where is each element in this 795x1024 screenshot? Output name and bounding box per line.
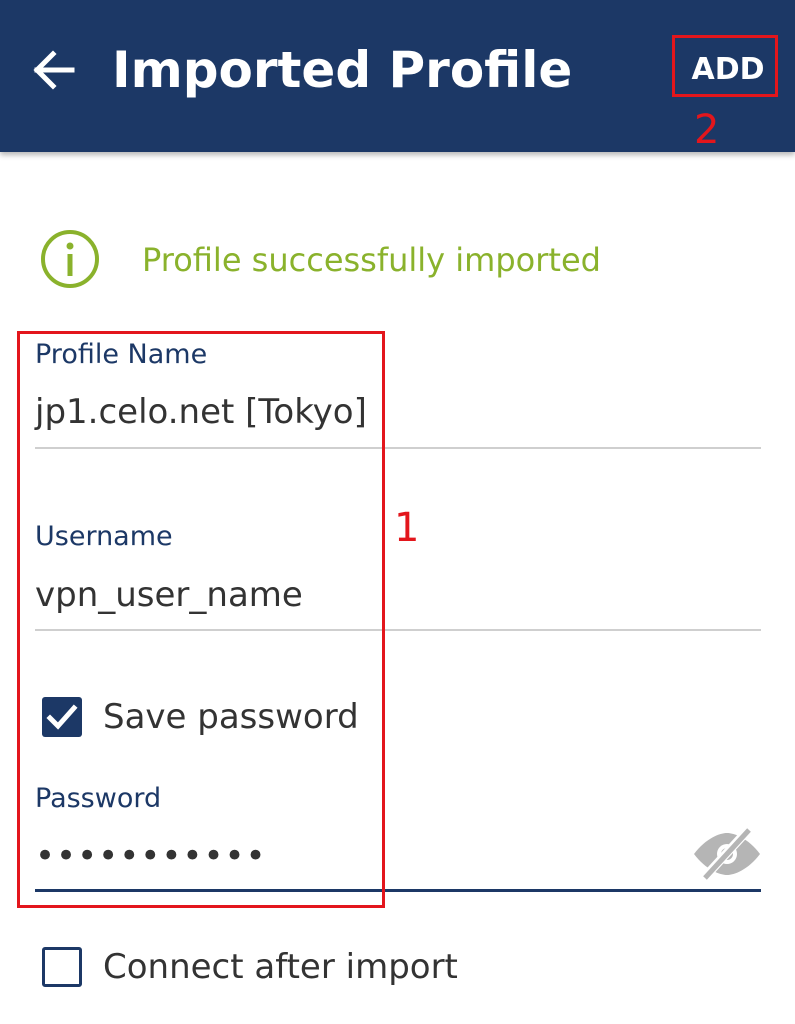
annotation-number-1: 1 bbox=[394, 505, 420, 551]
connect-after-import-label: Connect after import bbox=[103, 947, 458, 987]
eye-off-icon[interactable] bbox=[690, 826, 764, 882]
back-button[interactable] bbox=[22, 40, 86, 100]
annotation-box-1 bbox=[17, 331, 385, 908]
info-icon bbox=[41, 230, 99, 288]
annotation-number-2: 2 bbox=[694, 107, 720, 153]
import-success-message: Profile successfully imported bbox=[142, 241, 601, 279]
connect-after-import-checkbox[interactable] bbox=[42, 947, 82, 987]
arrow-left-icon bbox=[33, 50, 75, 90]
page-title: Imported Profile bbox=[112, 41, 573, 99]
app-screen: Imported Profile ADD 2 Profile successfu… bbox=[0, 0, 795, 1024]
annotation-box-2 bbox=[672, 35, 778, 97]
